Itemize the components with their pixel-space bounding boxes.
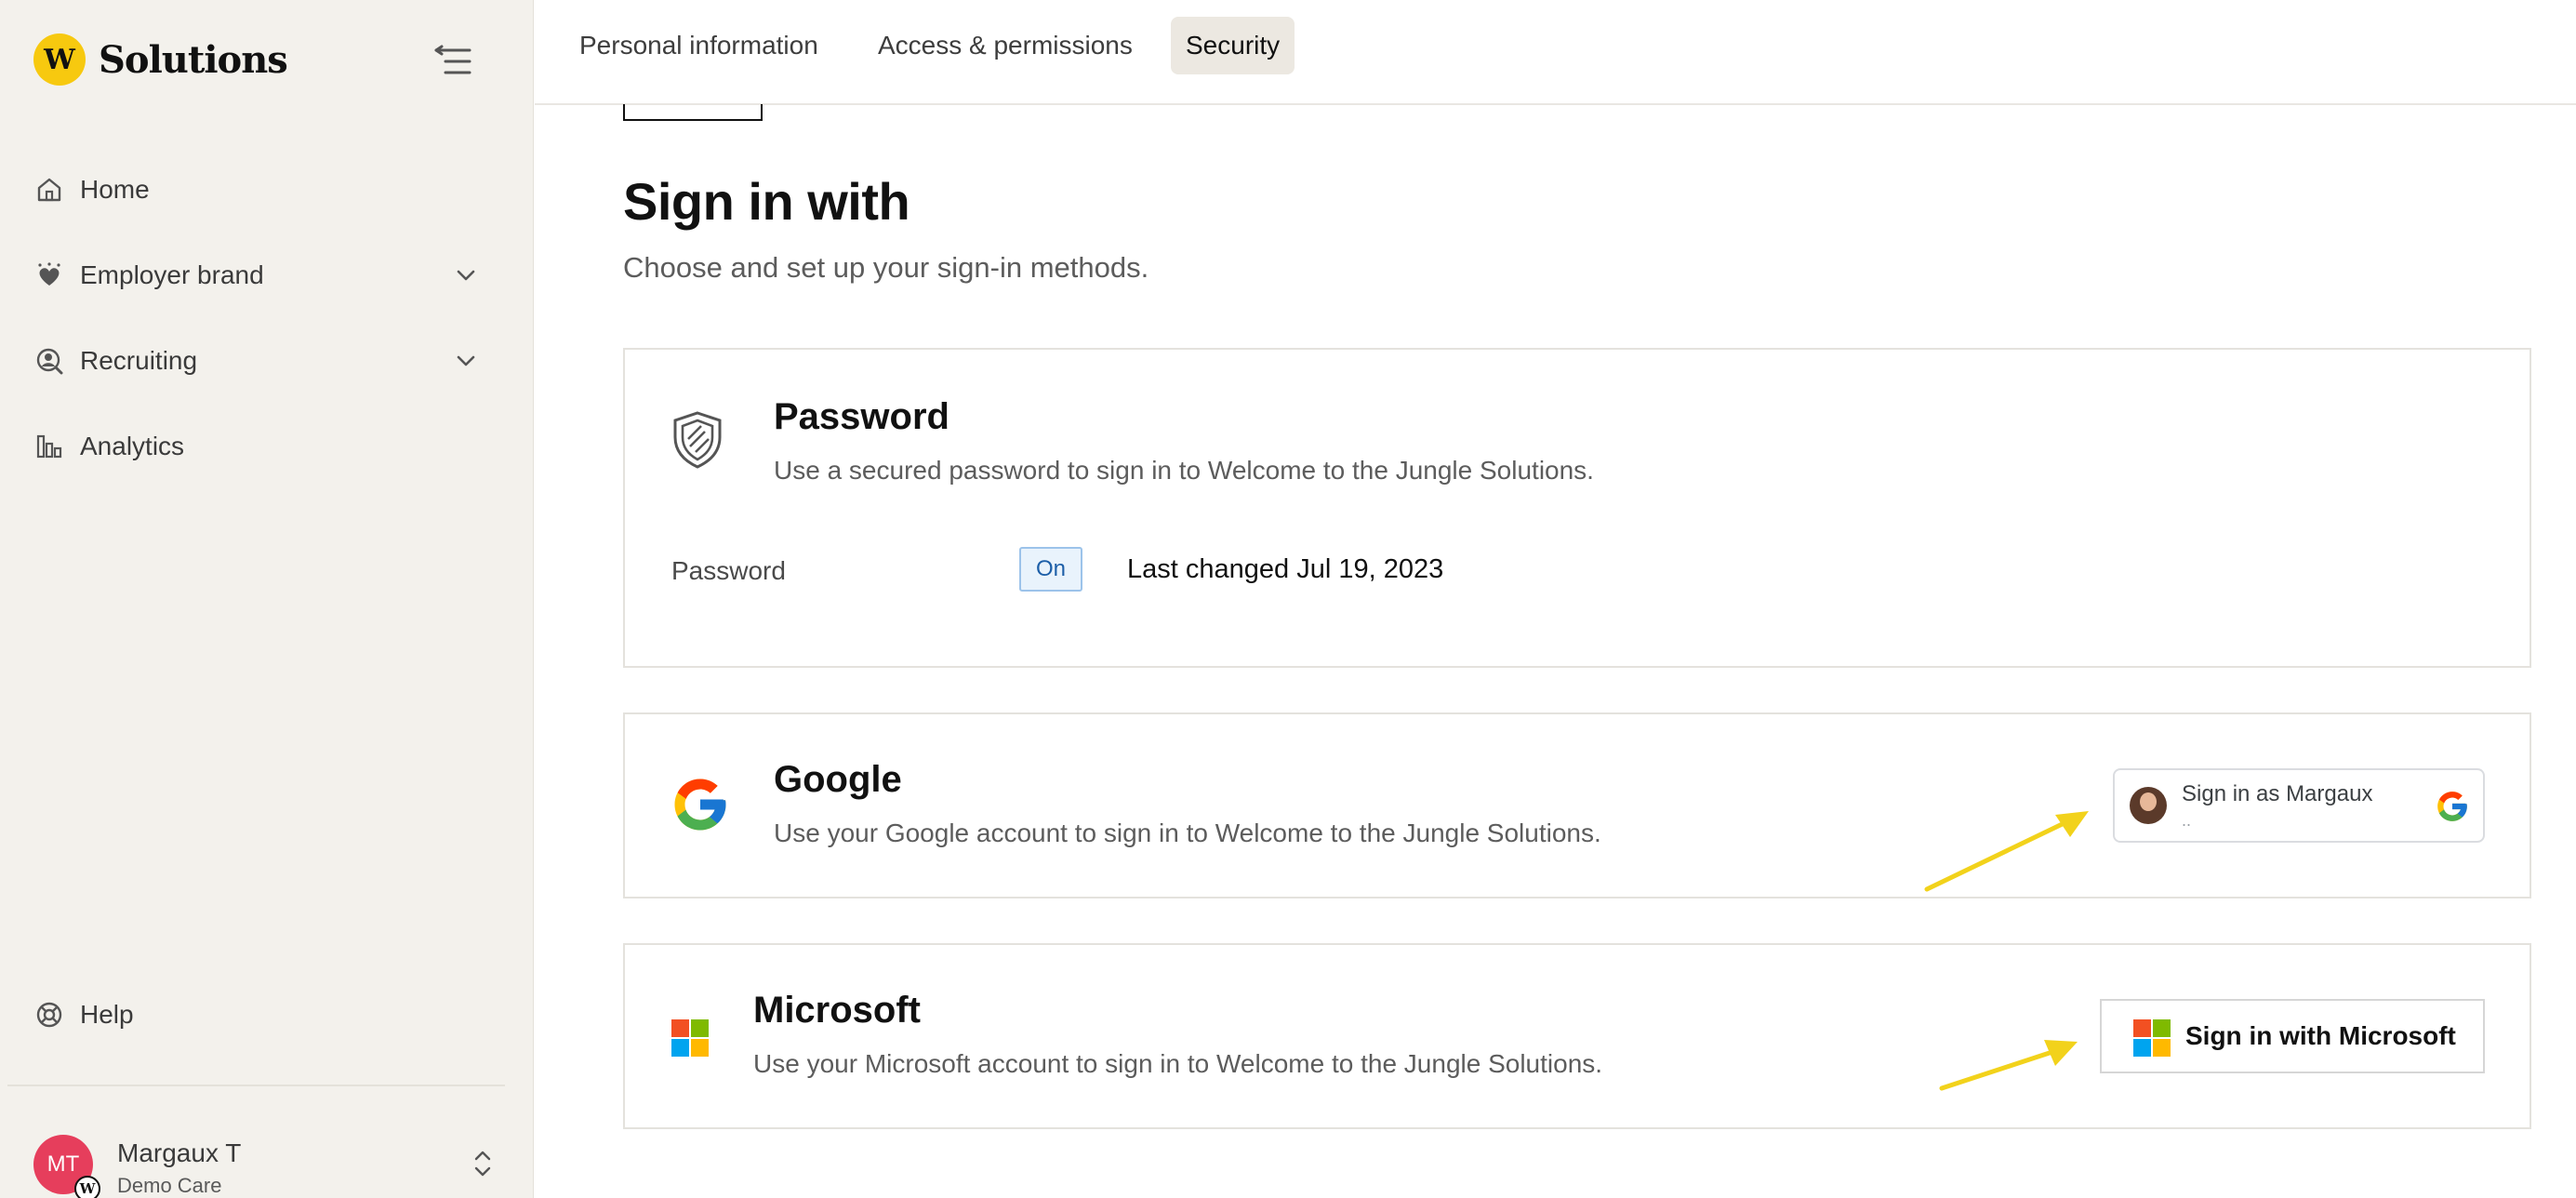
lifebuoy-icon [33, 999, 65, 1031]
page-title: Sign in with [623, 172, 910, 231]
collapse-menu-icon [434, 45, 471, 74]
chevron-down-icon[interactable] [452, 261, 480, 289]
password-card: Password Use a secured password to sign … [623, 348, 2531, 668]
annotation-arrow-icon [1939, 1040, 2078, 1091]
scrolled-content-edge [623, 104, 763, 121]
password-description: Use a secured password to sign in to Wel… [774, 456, 1594, 485]
sidebar-item-label: Home [80, 175, 150, 204]
password-title: Password [774, 396, 949, 437]
google-button-label: Sign in as Margaux [2182, 781, 2373, 806]
brand[interactable]: W Solutions [33, 33, 288, 86]
google-button-email: .. [2182, 811, 2192, 830]
password-last-changed: Last changed Jul 19, 2023 [1127, 554, 1444, 584]
page-subtitle: Choose and set up your sign-in methods. [623, 251, 1149, 284]
avatar [2130, 787, 2167, 824]
home-icon [33, 174, 65, 206]
avatar-initials: MT [46, 1151, 80, 1177]
google-icon [2435, 789, 2470, 829]
sidebar-item-label: Analytics [80, 432, 185, 460]
sidebar-item-employer-brand[interactable]: Employer brand [33, 233, 480, 318]
brand-logo: W [33, 33, 86, 86]
microsoft-icon [671, 1019, 709, 1061]
brand-name: Solutions [99, 37, 288, 82]
sidebar-item-home[interactable]: Home [33, 147, 480, 233]
heart-icon [33, 260, 65, 291]
sidebar: W Solutions Home Employer brand Recruiti… [0, 0, 534, 1198]
microsoft-description: Use your Microsoft account to sign in to… [753, 1049, 1603, 1078]
annotation-arrow-icon [1924, 811, 2089, 892]
user-organization: Demo Care [117, 1174, 222, 1197]
google-card: Google Use your Google account to sign i… [623, 712, 2531, 898]
sidebar-item-label: Recruiting [80, 346, 198, 375]
google-icon [670, 774, 731, 840]
sign-in-google-button[interactable]: Sign in as Margaux .. [2113, 768, 2485, 843]
shield-icon [670, 409, 725, 475]
microsoft-button-label: Sign in with Microsoft [2185, 1021, 2456, 1050]
status-badge: On [1019, 547, 1082, 592]
google-title: Google [774, 759, 902, 800]
sidebar-divider [7, 1085, 505, 1086]
sidebar-item-help[interactable]: Help [33, 992, 134, 1038]
sign-in-microsoft-button[interactable]: Sign in with Microsoft [2100, 999, 2485, 1073]
chevron-down-icon[interactable] [452, 347, 480, 375]
recruiting-icon [33, 345, 65, 377]
microsoft-card: Microsoft Use your Microsoft account to … [623, 943, 2531, 1129]
sidebar-item-label: Employer brand [80, 260, 264, 289]
company-badge: W [74, 1176, 100, 1198]
google-description: Use your Google account to sign in to We… [774, 819, 1601, 847]
sidebar-item-label: Help [80, 1000, 134, 1029]
sidebar-item-analytics[interactable]: Analytics [33, 404, 480, 489]
microsoft-title: Microsoft [753, 990, 921, 1031]
user-name: Margaux T [117, 1138, 242, 1167]
avatar: MT W [33, 1135, 100, 1198]
collapse-sidebar-button[interactable] [430, 41, 476, 82]
tab-access-permissions[interactable]: Access & permissions [863, 17, 1148, 74]
tab-personal-information[interactable]: Personal information [564, 17, 833, 74]
microsoft-icon [2133, 1019, 2171, 1061]
user-menu[interactable]: MT W Margaux T Demo Care [33, 1135, 491, 1198]
tab-bar: Personal information Access & permission… [535, 0, 2576, 105]
sidebar-item-recruiting[interactable]: Recruiting [33, 318, 480, 404]
analytics-icon [33, 431, 65, 462]
password-row-label: Password [671, 556, 786, 585]
sidebar-nav: Home Employer brand Recruiting Analytics [33, 147, 480, 489]
tab-security[interactable]: Security [1171, 17, 1295, 74]
chevron-up-down-icon[interactable] [471, 1148, 495, 1184]
